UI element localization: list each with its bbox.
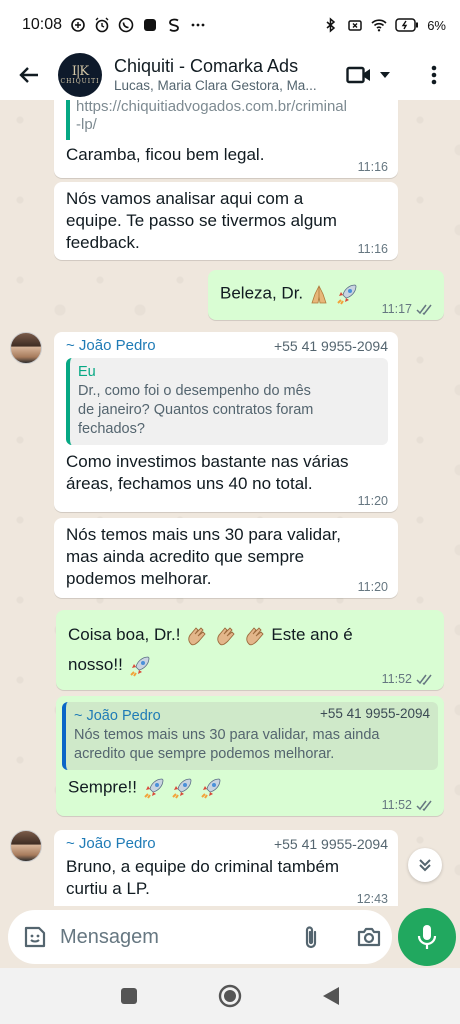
- message-time: 11:16: [357, 242, 388, 256]
- home-icon[interactable]: [218, 984, 242, 1008]
- logo-mark: I|K: [71, 63, 89, 79]
- whatsapp-icon: [118, 17, 134, 33]
- notification-icon: [71, 18, 85, 32]
- battery-icon: [395, 18, 419, 32]
- rocket-icon: [336, 284, 357, 305]
- no-sim-icon: [348, 20, 362, 31]
- video-camera-icon: [346, 66, 370, 84]
- rocket-icon: [144, 778, 164, 799]
- message-bubble[interactable]: Nós vamos analisar aqui com a equipe. Te…: [54, 182, 398, 260]
- system-navigation-bar: [0, 968, 460, 1024]
- sender-avatar[interactable]: [10, 830, 42, 862]
- message-text: Nós vamos analisar aqui com a equipe. Te…: [66, 189, 337, 252]
- message-time: 11:17: [381, 302, 412, 316]
- message-text: Bruno, a equipe do criminal também curti…: [66, 857, 340, 898]
- quote-text: Dr., como foi o desempenho do mês de jan…: [78, 383, 314, 437]
- recent-apps-icon[interactable]: [120, 987, 138, 1005]
- group-avatar[interactable]: I|K CHIQUITI: [58, 53, 102, 97]
- sender-phone: +55 41 9955-2094: [273, 338, 388, 354]
- read-receipt-icon: [416, 674, 432, 685]
- message-text: Caramba, ficou bem legal.: [66, 145, 265, 164]
- s-app-icon: [169, 18, 179, 32]
- chat-area[interactable]: https://chiquitiadvogados.com.br/crimina…: [0, 100, 460, 906]
- message-time: 11:52: [381, 798, 412, 812]
- rocket-icon: [129, 656, 149, 677]
- more-vertical-icon: [431, 65, 437, 85]
- message-text: Sempre!!: [62, 776, 438, 800]
- camera-icon: [357, 927, 381, 947]
- message-time: 11:20: [357, 580, 388, 594]
- message-time: 11:52: [381, 672, 412, 686]
- message-bubble-outgoing[interactable]: Beleza, Dr. 11:17: [208, 270, 444, 320]
- wifi-icon: [371, 19, 387, 32]
- chevrons-down-icon: [419, 859, 431, 872]
- quoted-message[interactable]: ~ João Pedro +55 41 9955-2094 Nós temos …: [62, 702, 438, 770]
- paperclip-icon: [305, 926, 317, 949]
- message-bubble-outgoing[interactable]: Coisa boa, Dr.! Este ano é nosso!! 11:52: [56, 610, 444, 690]
- video-call-button[interactable]: [346, 65, 390, 85]
- clapping-hands-icon: [188, 626, 206, 645]
- sender-name[interactable]: ~ João Pedro: [66, 336, 156, 356]
- message-bubble-outgoing[interactable]: ~ João Pedro +55 41 9955-2094 Nós temos …: [56, 696, 444, 816]
- battery-text: 6%: [427, 17, 446, 33]
- attach-button[interactable]: [300, 925, 322, 956]
- back-button[interactable]: [14, 60, 44, 90]
- chat-subtitle: Lucas, Maria Clara Gestora, Ma...: [114, 78, 317, 93]
- voice-message-button[interactable]: [398, 908, 456, 966]
- sender-name[interactable]: ~ João Pedro: [66, 834, 156, 854]
- quote-phone: +55 41 9955-2094: [320, 706, 430, 721]
- status-time: 10:08: [22, 16, 63, 33]
- message-text: Coisa boa, Dr.! Este ano é nosso!!: [68, 620, 434, 680]
- praying-hands-icon: [311, 285, 327, 304]
- more-notifications-icon: [191, 23, 205, 27]
- microphone-icon: [417, 925, 437, 949]
- chat-title: Chiquiti - Comarka Ads: [114, 56, 299, 76]
- bluetooth-icon: [326, 17, 336, 33]
- message-input-container[interactable]: [8, 910, 392, 964]
- rocket-icon: [201, 778, 221, 799]
- message-time: 11:16: [357, 160, 388, 174]
- logo-text: CHIQUITI: [60, 77, 100, 85]
- sticker-icon[interactable]: [22, 924, 48, 950]
- caret-down-icon: [380, 72, 390, 78]
- read-receipt-icon: [416, 304, 432, 315]
- arrow-left-icon: [19, 67, 38, 83]
- quote-text: Nós temos mais uns 30 para validar, mas …: [74, 727, 380, 762]
- clapping-hands-icon: [217, 626, 235, 645]
- message-link[interactable]: https://chiquitiadvogados.com.br/crimina…: [76, 100, 388, 134]
- clapping-hands-icon: [245, 626, 264, 645]
- app-icon: [144, 19, 157, 31]
- camera-button[interactable]: [356, 925, 382, 954]
- message-text: Como investimos bastante nas várias área…: [66, 452, 349, 493]
- status-bar: 10:08 6%: [0, 0, 460, 50]
- message-bubble[interactable]: Nós temos mais uns 30 para validar, mas …: [54, 518, 398, 598]
- message-composer: [0, 906, 460, 968]
- message-time: 11:20: [357, 494, 388, 508]
- message-text: Nós temos mais uns 30 para validar, mas …: [66, 525, 341, 588]
- quote-author: Eu: [78, 364, 96, 380]
- read-receipt-icon: [416, 800, 432, 811]
- rocket-icon: [172, 778, 192, 799]
- more-options-button[interactable]: [424, 60, 444, 90]
- message-bubble[interactable]: ~ João Pedro +55 41 9955-2094 Eu Dr., co…: [54, 332, 398, 512]
- message-bubble[interactable]: ~ João Pedro +55 41 9955-2094 Bruno, a e…: [54, 830, 398, 906]
- alarm-icon: [95, 17, 109, 33]
- quote-author: ~ João Pedro: [74, 708, 161, 724]
- message-time: 12:43: [356, 892, 388, 906]
- message-input[interactable]: [60, 925, 280, 949]
- sender-avatar[interactable]: [10, 332, 42, 364]
- sender-phone: +55 41 9955-2094: [273, 836, 388, 852]
- chat-info[interactable]: Chiquiti - Comarka Ads Lucas, Maria Clar…: [114, 55, 332, 95]
- back-nav-icon[interactable]: [322, 986, 340, 1006]
- chat-header: I|K CHIQUITI Chiquiti - Comarka Ads Luca…: [0, 50, 460, 100]
- scroll-to-bottom-button[interactable]: [408, 848, 442, 882]
- message-bubble[interactable]: https://chiquitiadvogados.com.br/crimina…: [54, 100, 398, 178]
- quoted-message[interactable]: Eu Dr., como foi o desempenho do mês de …: [66, 358, 388, 445]
- link-preview-bar: [66, 100, 70, 140]
